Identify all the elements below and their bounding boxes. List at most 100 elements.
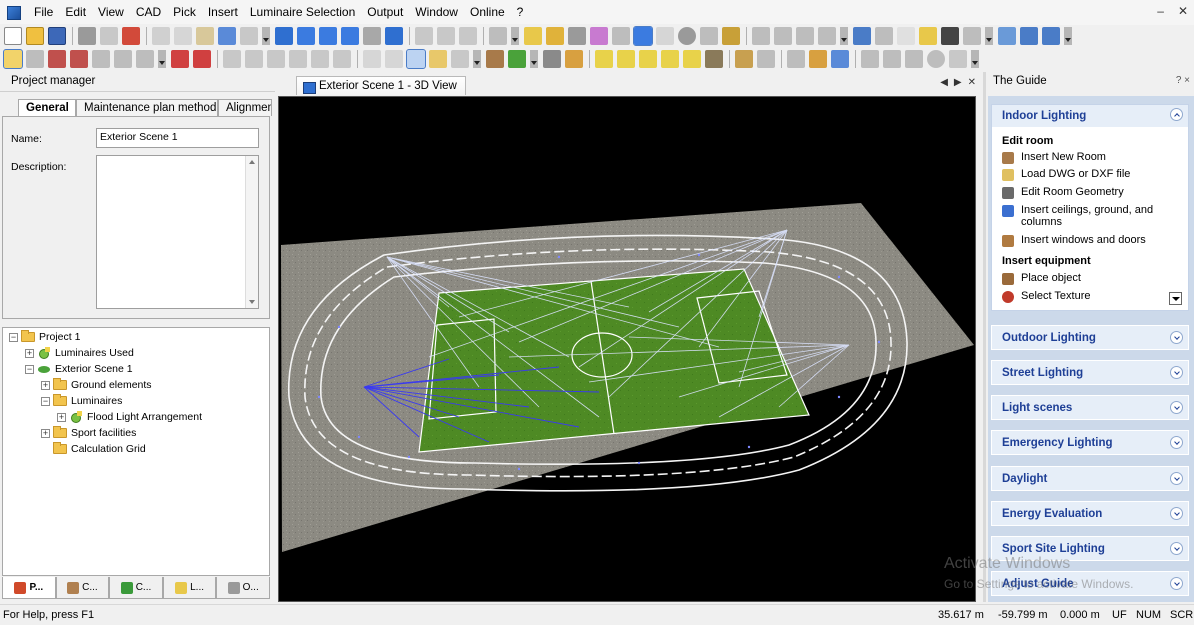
tree-item-exterior-scene[interactable]: − Exterior Scene 1 [25,361,133,377]
window-split-icon[interactable] [1042,26,1060,45]
zoom-select-icon[interactable] [114,49,132,68]
chart3-icon[interactable] [796,26,814,45]
cut-icon[interactable] [152,26,170,45]
name-field[interactable]: Exterior Scene 1 [96,128,259,148]
tree-item-ground-elements[interactable]: + Ground elements [41,377,152,393]
tab-maintenance-plan-method[interactable]: Maintenance plan method [76,99,218,116]
save-icon[interactable] [48,26,66,45]
expand-icon[interactable]: + [25,348,34,358]
tree-item-calculation-grid[interactable]: Calculation Grid [53,441,146,457]
measure-icon[interactable] [136,49,154,68]
view-iso-icon[interactable] [363,26,381,45]
document-icon[interactable] [897,26,915,45]
redo-icon[interactable] [240,26,258,45]
window-tile-icon[interactable] [1020,26,1038,45]
zoom-view-icon[interactable] [437,26,455,45]
guide-pin-close[interactable]: ? × [1176,75,1190,86]
expand-icon[interactable]: + [41,380,50,390]
lamp-icon[interactable] [700,26,718,45]
snap5-icon[interactable] [311,49,329,68]
toolbar-overflow[interactable] [158,49,166,68]
guide-link-insert-windows[interactable]: Insert windows and doors [1002,234,1182,247]
pdf-icon[interactable] [122,26,140,45]
expand-chevron-icon[interactable] [1170,507,1183,520]
menu-file[interactable]: File [29,0,60,25]
select-move-icon[interactable] [26,49,44,68]
snap-icon[interactable] [223,49,241,68]
menu-pick[interactable]: Pick [168,0,203,25]
grid-icon[interactable] [656,26,674,45]
toolbar-overflow[interactable] [1064,26,1072,45]
tab-project[interactable]: P... [2,577,56,599]
toolbar-overflow[interactable] [511,26,519,45]
tab-alignment[interactable]: Alignmen [218,99,272,116]
guide-link-insert-new-room[interactable]: Insert New Room [1002,151,1182,164]
guide-section-daylight[interactable]: Daylight [991,466,1189,491]
array-icon[interactable] [831,49,849,68]
snap4-icon[interactable] [289,49,307,68]
walk-icon[interactable] [451,49,469,68]
pointer-icon[interactable] [363,49,381,68]
line-icon[interactable] [861,49,879,68]
snap3-icon[interactable] [267,49,285,68]
collapse-icon[interactable]: − [41,396,50,406]
expand-chevron-icon[interactable] [1170,331,1183,344]
ruler-icon[interactable] [735,49,753,68]
shape2-icon[interactable] [617,49,635,68]
guide-link-insert-ceilings[interactable]: Insert ceilings, ground, and columns [1002,204,1182,228]
expand-icon[interactable]: + [57,412,66,422]
select-window-icon[interactable] [70,49,88,68]
menu-view[interactable]: View [93,0,131,25]
toolbar-overflow[interactable] [840,26,848,45]
tools-icon[interactable] [998,26,1016,45]
expand-chevron-icon[interactable] [1170,472,1183,485]
guide-link-select-texture[interactable]: Select Texture [1002,290,1182,303]
collapse-icon[interactable]: − [25,364,34,374]
expand-chevron-icon[interactable] [1170,542,1183,555]
layers-icon[interactable] [949,49,967,68]
guide-link-edit-room-geometry[interactable]: Edit Room Geometry [1002,186,1182,199]
guide-scroll-down-icon[interactable] [1169,292,1182,305]
angle-icon[interactable] [757,49,775,68]
new-icon[interactable] [4,26,22,45]
toolbar-overflow[interactable] [971,49,979,68]
select-box-icon[interactable] [48,49,66,68]
copy-icon[interactable] [174,26,192,45]
menu-output[interactable]: Output [362,0,410,25]
align-icon[interactable] [787,49,805,68]
magnet-icon[interactable] [171,49,189,68]
view-shaded-icon[interactable] [385,26,403,45]
shape1-icon[interactable] [595,49,613,68]
guide-link-place-object[interactable]: Place object [1002,272,1182,285]
collapse-chevron-icon[interactable] [1170,108,1183,121]
tab-cad[interactable]: C... [55,577,110,599]
tab-3d-view[interactable]: Exterior Scene 1 - 3D View [296,76,466,95]
toolbar-overflow[interactable] [262,26,270,45]
view-top-icon[interactable] [341,26,359,45]
menu-online[interactable]: Online [465,0,512,25]
guide-section-emergency-lighting[interactable]: Emergency Lighting [991,430,1189,455]
hand-icon[interactable] [429,49,447,68]
menu-edit[interactable]: Edit [60,0,93,25]
menu-window[interactable]: Window [410,0,465,25]
collapse-icon[interactable]: − [9,332,18,342]
link-icon[interactable] [489,26,507,45]
open-icon[interactable] [26,26,44,45]
menu-insert[interactable]: Insert [203,0,245,25]
chart-icon[interactable] [752,26,770,45]
pan-view-icon[interactable] [415,26,433,45]
shape5-icon[interactable] [683,49,701,68]
scroll-left-icon[interactable]: ◀ [940,77,948,88]
orbit-icon[interactable] [406,48,426,69]
ies-icon[interactable] [722,26,740,45]
shape4-icon[interactable] [661,49,679,68]
guide-section-energy-evaluation[interactable]: Energy Evaluation [991,501,1189,526]
car-icon[interactable] [543,49,561,68]
guide-section-outdoor-lighting[interactable]: Outdoor Lighting [991,325,1189,350]
paste-icon[interactable] [196,26,214,45]
guide-section-light-scenes[interactable]: Light scenes [991,395,1189,420]
tree-item-sport-facilities[interactable]: + Sport facilities [41,425,136,441]
arrange-icon[interactable] [809,49,827,68]
app-icon[interactable] [7,5,21,20]
view-side-icon[interactable] [319,26,337,45]
